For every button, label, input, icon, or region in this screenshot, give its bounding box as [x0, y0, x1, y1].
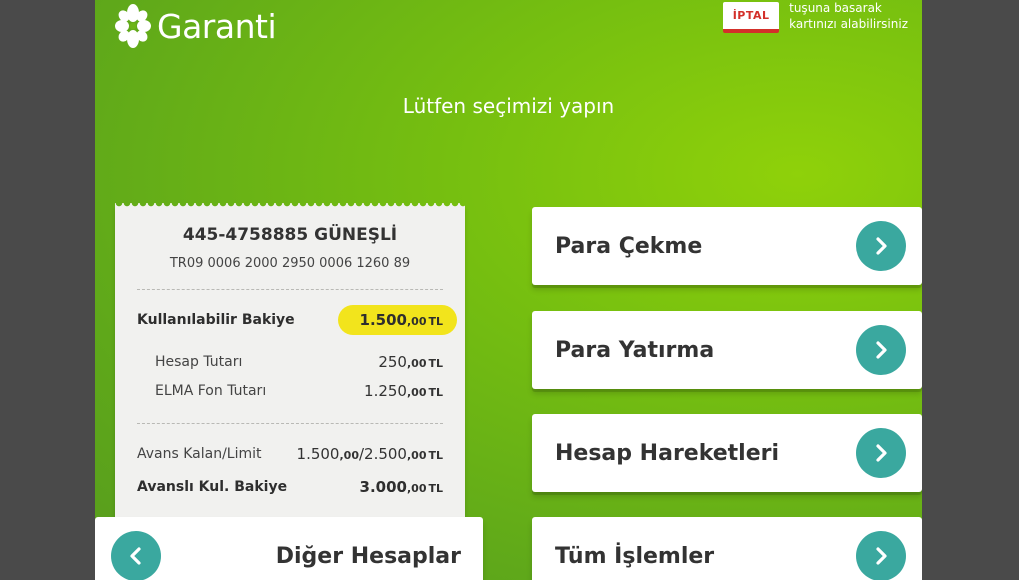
account-summary-card: 445-4758885 GÜNEŞLİ TR09 0006 2000 2950 …	[115, 203, 465, 532]
cancel-hint: tuşuna basarak kartınızı alabilirsiniz	[789, 0, 908, 32]
other-accounts-label: Diğer Hesaplar	[275, 543, 461, 569]
all-transactions-label: Tüm İşlemler	[555, 543, 715, 569]
fund-amount-label: ELMA Fon Tutarı	[155, 383, 267, 399]
cancel-area: İPTAL tuşuna basarak kartınızı alabilirs…	[723, 0, 908, 33]
selection-prompt: Lütfen seçimizi yapın	[402, 94, 615, 118]
fund-amount-value: 1.250,00 TL	[364, 382, 443, 400]
account-amount-label: Hesap Tutarı	[155, 354, 243, 370]
account-iban: TR09 0006 2000 2950 0006 1260 89	[169, 256, 411, 271]
fund-amount-row: ELMA Fon Tutarı 1.250,00 TL	[137, 380, 443, 402]
advance-balance-row: Avanslı Kul. Bakiye 3.000,00 TL	[137, 476, 443, 498]
deposit-cash-label: Para Yatırma	[555, 337, 715, 363]
advance-balance-label: Avanslı Kul. Bakiye	[137, 479, 288, 495]
divider	[137, 289, 443, 290]
account-amount-value: 250,00 TL	[378, 353, 443, 371]
withdraw-cash-button[interactable]: Para Çekme	[532, 207, 922, 285]
chevron-right-icon	[856, 531, 906, 580]
cancel-hint-line1: tuşuna basarak	[789, 1, 882, 15]
available-balance-label: Kullanılabilir Bakiye	[137, 312, 295, 328]
available-balance-row: Kullanılabilir Bakiye 1.500,00 TL	[137, 303, 457, 337]
advance-limit-value: 1.500,00/2.500,00 TL	[296, 445, 443, 463]
account-amount-row: Hesap Tutarı 250,00 TL	[137, 351, 443, 373]
all-transactions-button[interactable]: Tüm İşlemler	[532, 517, 922, 580]
advance-balance-value: 3.000,00 TL	[359, 478, 443, 496]
chevron-right-icon	[856, 428, 906, 478]
deposit-cash-button[interactable]: Para Yatırma	[532, 311, 922, 389]
garanti-clover-icon	[115, 4, 151, 48]
advance-limit-row: Avans Kalan/Limit 1.500,00/2.500,00 TL	[137, 443, 443, 465]
divider	[137, 423, 443, 424]
cancel-button[interactable]: İPTAL	[723, 2, 780, 33]
atm-screen: Garanti İPTAL tuşuna basarak kartınızı a…	[95, 0, 922, 580]
chevron-right-icon	[856, 325, 906, 375]
advance-limit-label: Avans Kalan/Limit	[137, 446, 262, 462]
chevron-right-icon	[856, 221, 906, 271]
garanti-logo: Garanti	[115, 0, 277, 52]
withdraw-cash-label: Para Çekme	[555, 233, 703, 259]
account-title: 445-4758885 GÜNEŞLİ	[182, 225, 398, 245]
brand-name: Garanti	[157, 6, 277, 46]
account-transactions-label: Hesap Hareketleri	[555, 440, 780, 466]
chevron-left-icon	[111, 531, 161, 580]
other-accounts-button[interactable]: Diğer Hesaplar	[95, 517, 483, 580]
account-transactions-button[interactable]: Hesap Hareketleri	[532, 414, 922, 492]
cancel-hint-line2: kartınızı alabilirsiniz	[789, 17, 908, 31]
available-balance-value: 1.500,00 TL	[337, 305, 457, 335]
